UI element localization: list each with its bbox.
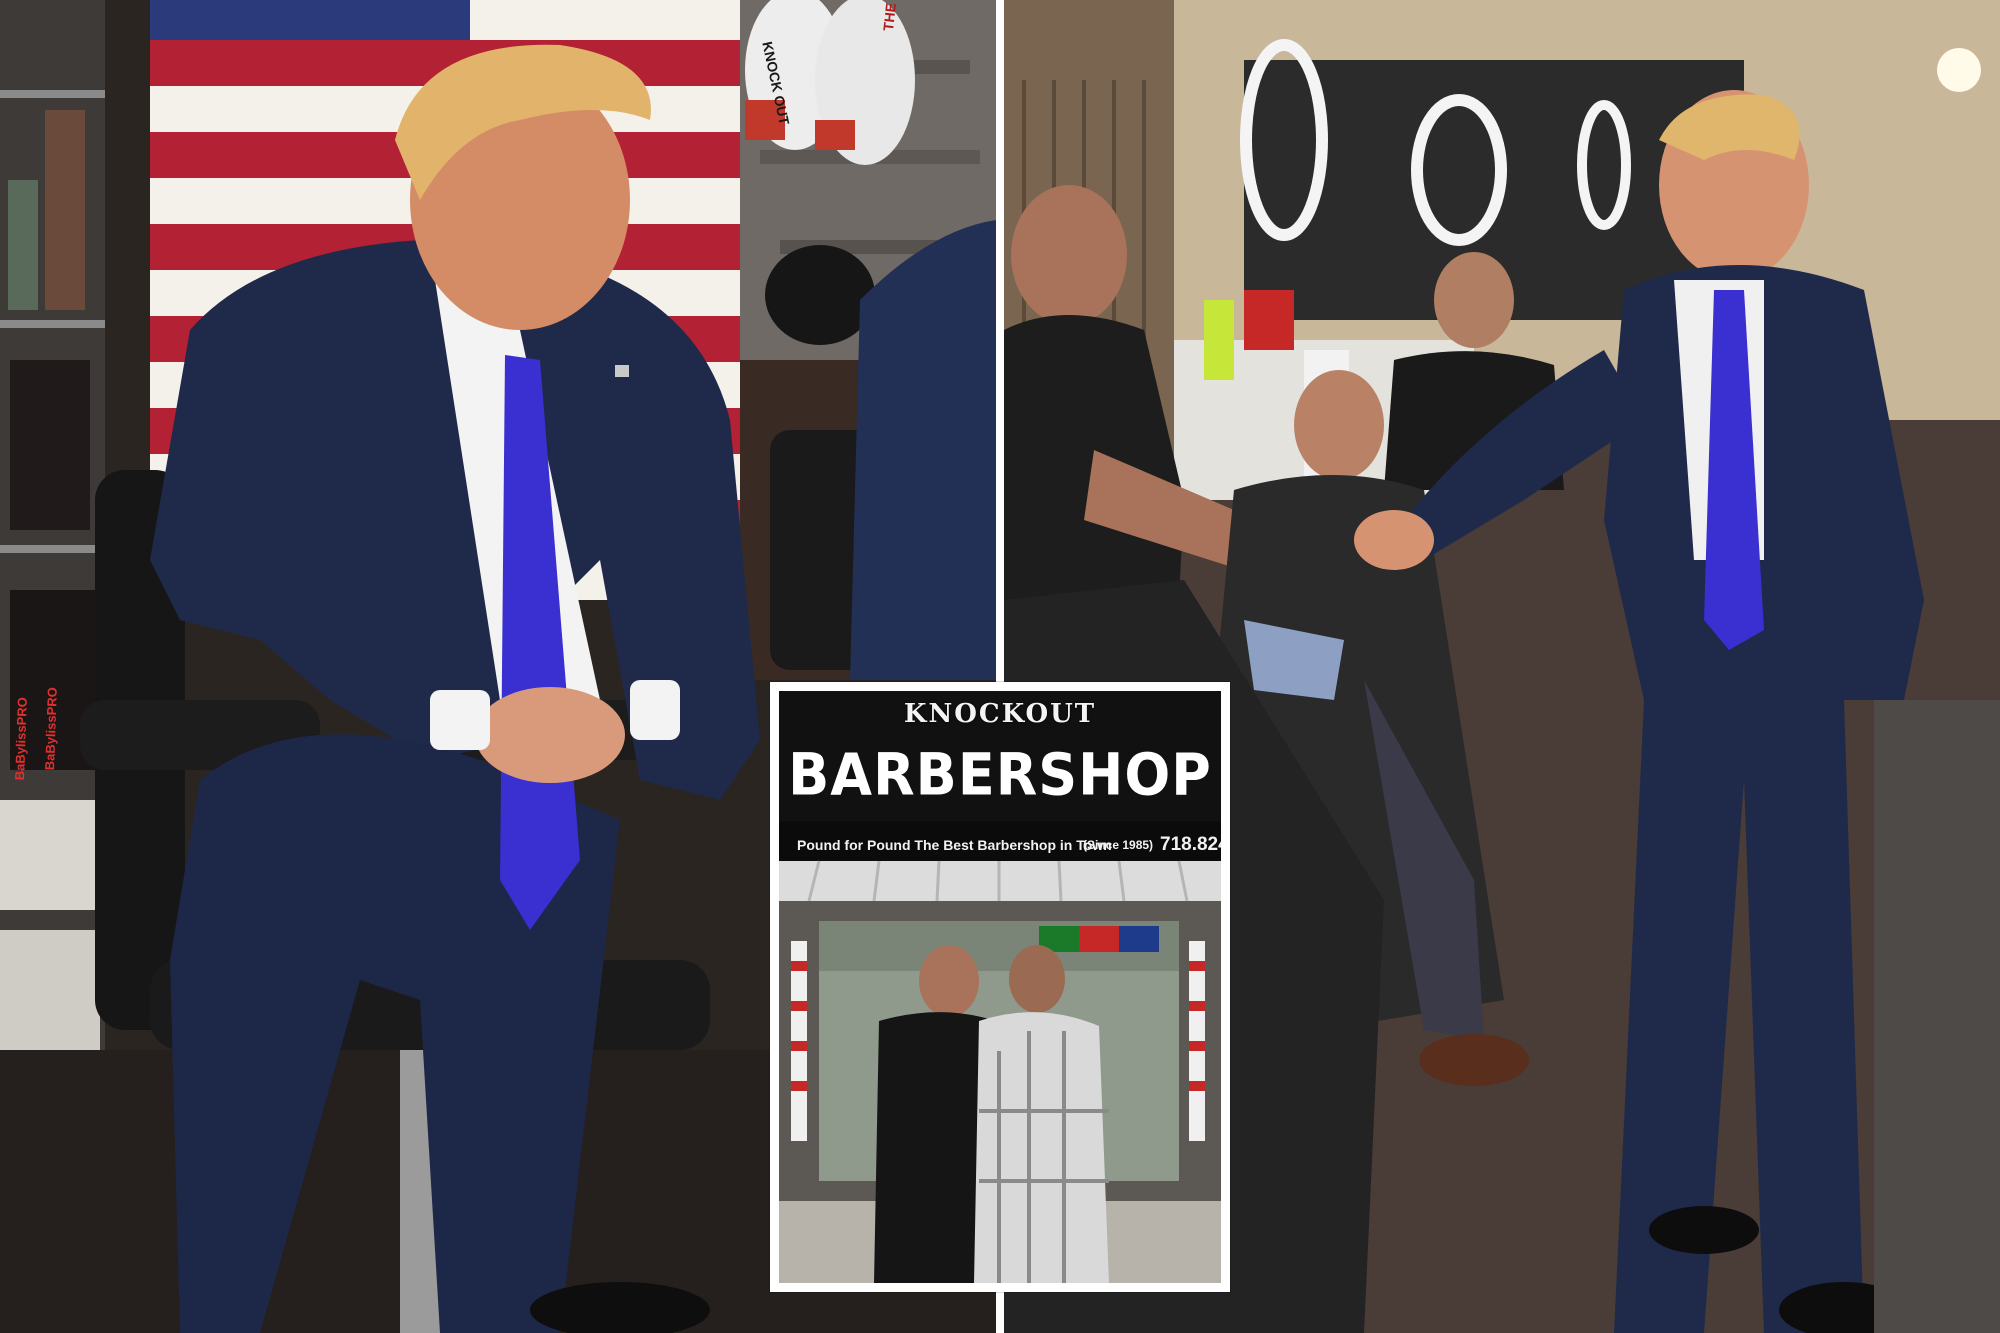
seated-man-head [1294,370,1384,480]
flag-pin [615,365,629,377]
inset-photo-image: KNOCKOUT BARBERSHOP Pound for Pound The … [779,691,1221,1283]
inset-photo: KNOCKOUT BARBERSHOP Pound for Pound The … [770,682,1230,1292]
sign-main: BARBERSHOP [788,740,1212,809]
ceiling-light [1937,48,1981,92]
clasped-hands [475,687,625,783]
sign-logo: KNOCKOUT [903,699,1097,729]
man-1-head [919,945,979,1017]
product-label-1: BaBylissPRO [12,696,30,781]
man-2-head [1009,945,1065,1013]
brown-shoe [1419,1034,1529,1086]
barber-head [1011,185,1127,325]
standing-shoe-left [1649,1206,1759,1254]
sign-since: (Since 1985) [1083,838,1154,852]
product-label-2: BaBylissPRO [42,686,60,771]
sign-phone: 718.824 [1160,834,1221,855]
boxing-glove-black [765,245,875,345]
sign-tagline: Pound for Pound The Best Barbershop in T… [797,837,1112,853]
man-2-plaid-jacket [974,1012,1109,1283]
person-in-suit-partial [850,220,996,680]
handshake [1354,510,1434,570]
background-man-head [1434,252,1514,348]
